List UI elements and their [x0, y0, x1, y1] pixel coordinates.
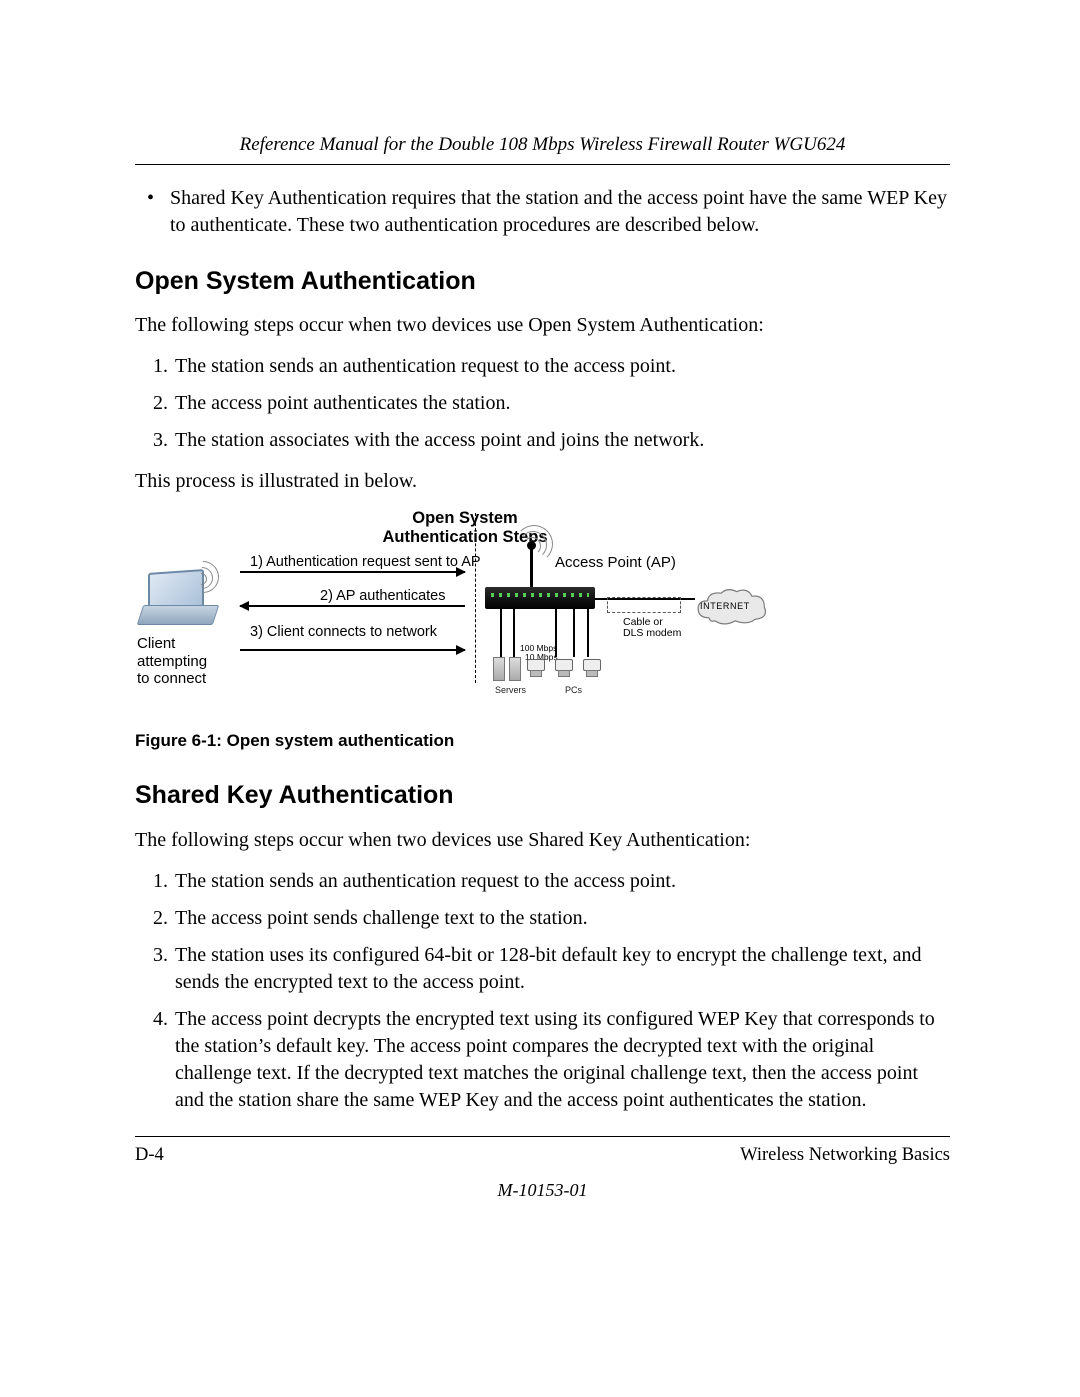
eth-line: [513, 609, 515, 657]
client-label: Client attempting to connect: [137, 635, 207, 687]
ap-label: Access Point (AP): [555, 553, 676, 573]
intro-bullet-list: Shared Key Authentication requires that …: [135, 185, 950, 239]
list-item: The station sends an authentication requ…: [173, 868, 950, 895]
modem-icon: [607, 597, 681, 613]
eth-line: [573, 609, 575, 657]
section-title: Wireless Networking Basics: [740, 1143, 950, 1168]
list-item: The access point authenticates the stati…: [173, 390, 950, 417]
list-item: The station sends an authentication requ…: [173, 353, 950, 380]
figure-caption: Figure 6-1: Open system authentication: [135, 730, 950, 753]
open-lead: The following steps occur when two devic…: [135, 312, 950, 339]
heading-open-system: Open System Authentication: [135, 265, 950, 299]
running-header: Reference Manual for the Double 108 Mbps…: [135, 132, 950, 158]
internet-label: INTERNET: [700, 600, 750, 612]
pcs-label: PCs: [565, 684, 582, 696]
modem-label: Cable or DLS modem: [623, 617, 681, 639]
router-icon: [485, 587, 595, 609]
open-tail: This process is illustrated in below.: [135, 468, 950, 495]
shared-lead: The following steps occur when two devic…: [135, 827, 950, 854]
footer-rule: [135, 1136, 950, 1137]
shared-steps: The station sends an authentication requ…: [135, 868, 950, 1114]
list-item: The access point sends challenge text to…: [173, 905, 950, 932]
eth-line: [587, 609, 589, 657]
step3-label: 3) Client connects to network: [250, 623, 437, 643]
page: Reference Manual for the Double 108 Mbps…: [0, 0, 1080, 1397]
pcs-icon: [527, 659, 601, 677]
header-rule: [135, 164, 950, 165]
figure-divider: [475, 513, 476, 683]
heading-shared-key: Shared Key Authentication: [135, 779, 950, 813]
servers-icon: [493, 657, 521, 681]
figure-title-line1: Open System: [412, 509, 517, 527]
wifi-waves-icon: [195, 555, 235, 595]
arrow-step3: [240, 649, 465, 651]
list-item: The access point decrypts the encrypted …: [173, 1006, 950, 1114]
figure-open-system-auth: Open System Authentication Steps Client …: [135, 509, 795, 714]
list-item: The station uses its configured 64-bit o…: [173, 942, 950, 996]
step2-label: 2) AP authenticates: [320, 587, 446, 607]
page-number: D-4: [135, 1143, 164, 1168]
ap-wifi-waves-icon: [515, 519, 555, 559]
step1-label: 1) Authentication request sent to AP: [250, 553, 481, 573]
footer: D-4 Wireless Networking Basics: [135, 1143, 950, 1168]
document-number: M-10153-01: [135, 1178, 950, 1202]
open-steps: The station sends an authentication requ…: [135, 353, 950, 454]
eth-line: [500, 609, 502, 657]
intro-bullet: Shared Key Authentication requires that …: [135, 185, 950, 239]
list-item: The station associates with the access p…: [173, 427, 950, 454]
servers-label: Servers: [495, 684, 526, 696]
